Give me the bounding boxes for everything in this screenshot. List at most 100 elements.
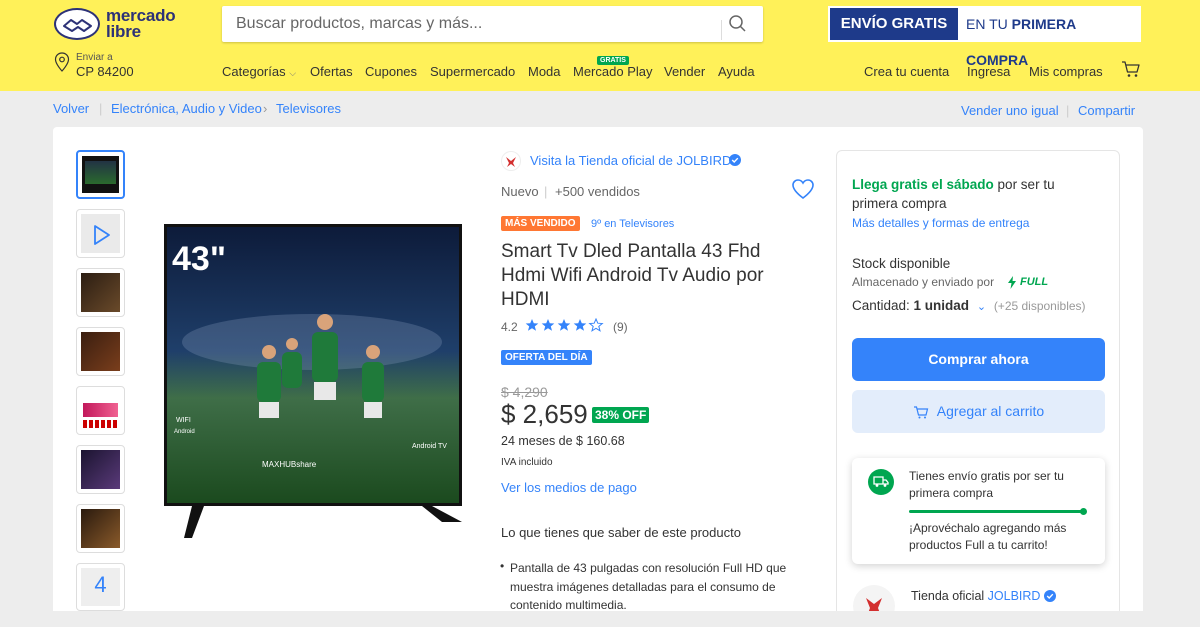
shipping-details-link[interactable]: Más detalles y formas de entrega	[852, 216, 1029, 230]
best-seller-badge: MÁS VENDIDO	[501, 216, 580, 231]
thumbnail-1[interactable]	[76, 150, 125, 199]
nav-categorias-label: Categorías	[222, 64, 286, 79]
cart-add-icon	[913, 406, 929, 419]
promo-free-shipping: ENVÍO GRATIS	[830, 8, 958, 40]
category-rank[interactable]: 9º en Televisores	[591, 218, 674, 230]
nav-mis-compras[interactable]: Mis compras	[1029, 64, 1103, 79]
cart-icon[interactable]	[1121, 60, 1141, 78]
nav-categorias[interactable]: Categorías ⌵	[222, 64, 296, 79]
verified-icon	[729, 154, 741, 166]
discount-badge: 38% OFF	[592, 407, 650, 423]
breadcrumb-electronica[interactable]: Electrónica, Audio y Video	[111, 101, 262, 116]
nav-ingresa[interactable]: Ingresa	[967, 64, 1010, 79]
thumbnail-more-count: 4	[94, 572, 107, 597]
free-shipping-promo[interactable]: ENVÍO GRATIS EN TU PRIMERA COMPRA	[828, 6, 1141, 68]
star-icon	[541, 319, 555, 331]
search-divider	[721, 20, 722, 40]
logo-text: mercado libre	[106, 7, 176, 41]
thumbnail-more-image: 4	[81, 568, 120, 606]
thumbnail-4[interactable]	[76, 327, 125, 376]
location-pin-icon	[54, 52, 70, 72]
star-icon	[525, 319, 539, 331]
feature-1: Pantalla de 43 pulgadas con resolución F…	[510, 561, 787, 612]
installments: 24 meses de $ 160.68	[501, 434, 625, 448]
current-price: $ 2,659	[501, 399, 588, 429]
quantity-available: (+25 disponibles)	[993, 299, 1086, 313]
product-main-image[interactable]: 43" WIFI Android MAXHUBshare Android TV	[162, 222, 464, 540]
features-title: Lo que tienes que saber de este producto	[501, 525, 741, 540]
page-bottom-edge	[0, 611, 1200, 627]
truck-icon	[868, 469, 894, 495]
breadcrumb-televisores[interactable]: Televisores	[276, 101, 341, 116]
thumbnail-more[interactable]: 4	[76, 563, 125, 611]
shipping-location[interactable]: Enviar a CP 84200	[54, 52, 174, 82]
shipping-free-text: Llega gratis el sábado	[852, 177, 994, 192]
nav-vender[interactable]: Vender	[664, 64, 705, 79]
review-count[interactable]: (9)	[613, 320, 628, 334]
thumbnail-tv-image	[82, 156, 119, 193]
official-store-link[interactable]: Visita la Tienda oficial de JOLBIRD	[530, 153, 731, 168]
mercadolibre-logo[interactable]: mercado libre	[54, 7, 184, 44]
breadcrumb-chevron-icon: ›	[263, 101, 268, 116]
tooltip-progress-bar	[909, 510, 1084, 513]
quantity-value: 1 unidad	[913, 298, 970, 313]
original-price: $ 4,290	[501, 384, 548, 400]
play-icon	[94, 225, 110, 245]
location-value: CP 84200	[76, 64, 134, 79]
search-icon	[729, 15, 746, 32]
thumbnail-video-image	[81, 214, 120, 253]
thumbnail-5[interactable]	[76, 386, 125, 435]
seller-prefix: Tienda oficial	[911, 589, 988, 603]
nav-moda[interactable]: Moda	[528, 64, 561, 79]
android-label: Android	[174, 429, 195, 435]
stock-status: Stock disponible	[852, 256, 951, 271]
thumbnail-room-image	[81, 273, 120, 312]
buy-now-button[interactable]: Comprar ahora	[852, 338, 1105, 381]
thumbnail-7[interactable]	[76, 504, 125, 553]
payment-methods-link[interactable]: Ver los medios de pago	[501, 480, 637, 495]
search-input[interactable]	[222, 6, 720, 42]
seller-name-link[interactable]: JOLBIRD	[988, 589, 1041, 603]
rating-value: 4.2	[501, 320, 518, 334]
nav-ayuda[interactable]: Ayuda	[718, 64, 755, 79]
nav-cupones[interactable]: Cupones	[365, 64, 417, 79]
breadcrumb-divider: |	[99, 101, 103, 116]
thumbnail-3[interactable]	[76, 268, 125, 317]
brand-label: MAXHUBshare	[262, 460, 317, 469]
shipping-info: Llega gratis el sábado por ser tu primer…	[852, 175, 1102, 213]
logo-line-2: libre	[106, 22, 141, 41]
tax-note: IVA incluido	[501, 457, 553, 468]
nav-supermercado[interactable]: Supermercado	[430, 64, 515, 79]
search-bar	[222, 6, 763, 42]
chevron-down-icon: ⌵	[289, 68, 297, 78]
tv-illustration: 43" WIFI Android MAXHUBshare Android TV	[164, 224, 462, 538]
promo-prefix: EN TU	[966, 16, 1012, 32]
thumbnail-room-image	[81, 332, 120, 371]
condition-divider: |	[544, 184, 548, 199]
sell-similar-link[interactable]: Vender uno igual	[961, 103, 1059, 118]
favorite-heart-icon[interactable]	[791, 178, 815, 200]
share-link[interactable]: Compartir	[1078, 103, 1135, 118]
store-logo-icon[interactable]	[501, 151, 521, 171]
full-badge: FULL	[1020, 276, 1049, 288]
add-to-cart-button[interactable]: Agregar al carrito	[852, 390, 1105, 433]
tooltip-title: Tienes envío gratis por ser tu primera c…	[909, 469, 1064, 500]
condition: Nuevo	[501, 184, 539, 199]
nav-mercado-play[interactable]: Mercado Play	[573, 64, 652, 79]
rating-stars[interactable]	[525, 317, 607, 334]
star-icon	[573, 319, 587, 331]
seller-verified-icon	[1044, 590, 1056, 602]
breadcrumb-back[interactable]: Volver	[53, 101, 89, 116]
thumbnail-video[interactable]	[76, 209, 125, 258]
quantity-selector[interactable]: Cantidad: 1 unidad ⌄ (+25 disponibles)	[852, 298, 1086, 313]
thumbnail-6[interactable]	[76, 445, 125, 494]
seller-info: Tienda oficial JOLBIRD	[911, 589, 1040, 603]
star-empty-icon	[588, 317, 604, 332]
chevron-down-icon: ⌄	[976, 301, 987, 313]
search-button[interactable]	[728, 14, 756, 42]
tooltip-progress-dot	[1080, 508, 1087, 515]
add-to-cart-label: Agregar al carrito	[936, 403, 1045, 419]
thumbnail-room-image	[81, 509, 120, 548]
nav-ofertas[interactable]: Ofertas	[310, 64, 353, 79]
nav-crea-cuenta[interactable]: Crea tu cuenta	[864, 64, 949, 79]
